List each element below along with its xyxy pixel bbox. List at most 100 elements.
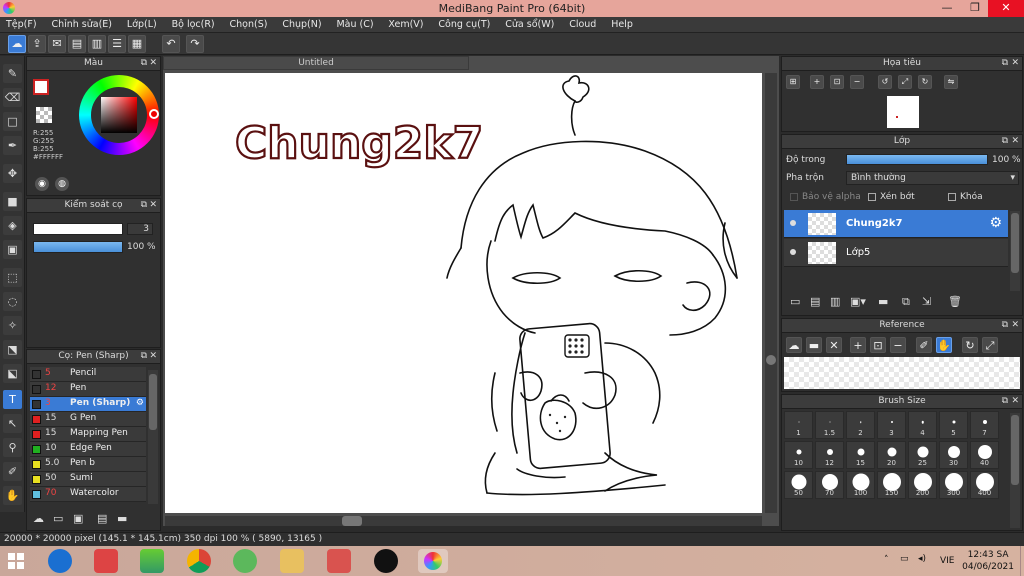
rotate-right-icon[interactable]: ↻: [918, 75, 932, 89]
powerpoint-icon[interactable]: [327, 549, 351, 573]
fit-window-icon[interactable]: ⤢: [898, 75, 912, 89]
language-indicator[interactable]: VIE: [940, 556, 955, 566]
add-brush-icon[interactable]: ▣: [73, 512, 83, 525]
brush-size-cell[interactable]: 15: [846, 441, 875, 469]
select-tool-icon[interactable]: ⬚: [3, 268, 22, 287]
merge-layer-icon[interactable]: ⇲: [922, 295, 931, 308]
menu-select[interactable]: Chọn(S): [224, 17, 274, 33]
brush-size-cell[interactable]: 1: [784, 411, 813, 439]
brush-size-value[interactable]: 3: [127, 223, 153, 235]
chrome-icon[interactable]: [187, 549, 211, 573]
zoom-out-icon[interactable]: −: [850, 75, 864, 89]
brush-props-icon[interactable]: ▤: [97, 512, 107, 525]
panel-close-icon[interactable]: ✕: [1011, 395, 1019, 408]
saturation-square[interactable]: [101, 97, 137, 133]
fill-rect-tool-icon[interactable]: ■: [3, 192, 22, 211]
dropper-tool-icon[interactable]: ✐: [3, 462, 22, 481]
menu-help[interactable]: Help: [605, 17, 639, 33]
panel-close-icon[interactable]: ✕: [1011, 57, 1019, 70]
brush-size-scrollbar[interactable]: [1010, 413, 1020, 528]
brush-item[interactable]: 10 Edge Pen: [30, 442, 146, 457]
brush-size-cell[interactable]: 4: [908, 411, 937, 439]
windows-start-icon[interactable]: [8, 553, 24, 569]
brush-size-cell[interactable]: 1.5: [815, 411, 844, 439]
panel-popout-icon[interactable]: ⧉: [1002, 135, 1008, 148]
select-pen-tool-icon[interactable]: ⬔: [3, 340, 22, 359]
layer-row-chung2k7[interactable]: Chung2k7 ⚙: [784, 210, 1008, 238]
duplicate-layer-icon[interactable]: ⧉: [902, 295, 910, 309]
new-raster-layer-icon[interactable]: ▤: [810, 295, 820, 308]
brush-item[interactable]: 70 Watercolor: [30, 487, 146, 502]
layer-row-lop5[interactable]: Lớp5: [784, 239, 1008, 267]
hue-marker[interactable]: [149, 109, 159, 119]
new-halftone-layer-icon[interactable]: ▥: [830, 295, 840, 308]
hand-tool-icon[interactable]: ✋: [3, 486, 22, 505]
panel-close-icon[interactable]: ✕: [1011, 319, 1019, 332]
brush-size-slider[interactable]: [33, 223, 123, 235]
brush-folder-icon[interactable]: ▬: [117, 512, 127, 525]
brush-item[interactable]: 50 Sumi: [30, 472, 146, 487]
internet-explorer-icon[interactable]: [48, 549, 72, 573]
menu-cloud[interactable]: Cloud: [563, 17, 602, 33]
drawing-canvas[interactable]: Chung2k7: [165, 73, 762, 513]
brush-size-cell[interactable]: 3: [877, 411, 906, 439]
brush-size-cell[interactable]: 50: [784, 471, 813, 499]
brush-cloud-icon[interactable]: ☁: [33, 512, 44, 525]
panel-close-icon[interactable]: ✕: [149, 57, 157, 70]
brush-list-scrollbar[interactable]: [148, 370, 158, 504]
brush-size-cell[interactable]: 30: [939, 441, 968, 469]
panel-popout-icon[interactable]: ⧉: [1002, 395, 1008, 408]
panel-popout-icon[interactable]: ⧉: [1002, 319, 1008, 332]
brush-settings-gear-icon[interactable]: ⚙: [136, 398, 144, 408]
palette-add-icon[interactable]: ◍: [55, 177, 69, 191]
reference-zoom-in-icon[interactable]: +: [850, 337, 866, 353]
document-tab[interactable]: Untitled: [163, 56, 469, 70]
brush-size-cell[interactable]: 20: [877, 441, 906, 469]
brush-size-cell[interactable]: 12: [815, 441, 844, 469]
brush-size-cell[interactable]: 2: [846, 411, 875, 439]
zoom-in-icon[interactable]: +: [810, 75, 824, 89]
cloud-icon[interactable]: ☁: [8, 35, 26, 53]
menu-edit[interactable]: Chỉnh sửa(E): [45, 17, 118, 33]
system-clock[interactable]: 12:43 SA 04/06/2021: [962, 549, 1014, 573]
brush-item[interactable]: 15 G Pen: [30, 412, 146, 427]
blend-mode-select[interactable]: Bình thường ▾: [846, 171, 1019, 185]
layer-scrollbar[interactable]: [1010, 211, 1020, 291]
redo-icon[interactable]: ↷: [186, 35, 204, 53]
eye-icon[interactable]: [790, 220, 796, 226]
text-tool-icon[interactable]: T: [3, 390, 22, 409]
brush-size-cell[interactable]: 400: [970, 471, 999, 499]
protect-alpha-checkbox[interactable]: [790, 193, 798, 201]
canvas-vertical-scrollbar[interactable]: [765, 73, 777, 513]
network-icon[interactable]: ▭: [900, 554, 909, 564]
panel-close-icon[interactable]: ✕: [149, 199, 157, 212]
layer-folder-icon[interactable]: ▬: [878, 295, 888, 308]
zoom-actual-icon[interactable]: ⊡: [830, 75, 844, 89]
layer-settings-gear-icon[interactable]: ⚙: [989, 215, 1002, 231]
zoom-fit-icon[interactable]: ⊞: [786, 75, 800, 89]
operation-tool-icon[interactable]: ↖: [3, 414, 22, 433]
brush-size-cell[interactable]: 100: [846, 471, 875, 499]
coccoc-icon[interactable]: [233, 549, 257, 573]
rect-tool-icon[interactable]: □: [3, 112, 22, 131]
reference-open-icon[interactable]: ▬: [806, 337, 822, 353]
reference-hand-icon[interactable]: ✋: [936, 337, 952, 353]
panel-popout-icon[interactable]: ⧉: [1002, 57, 1008, 70]
reference-view[interactable]: [784, 357, 1020, 389]
reference-rotate-icon[interactable]: ↻: [962, 337, 978, 353]
medibang-taskbar-icon[interactable]: [418, 549, 448, 573]
layer-opacity-slider[interactable]: [846, 154, 988, 165]
color-wheel[interactable]: [79, 75, 159, 155]
maximize-button[interactable]: ❐: [962, 0, 988, 17]
new-layer-icon[interactable]: ▭: [790, 295, 800, 308]
flip-icon[interactable]: ⇋: [944, 75, 958, 89]
brush-tool-icon[interactable]: ✎: [3, 64, 22, 83]
pen-tool-icon[interactable]: ✒: [3, 136, 22, 155]
grid-icon[interactable]: ▦: [128, 35, 146, 53]
brush-size-cell[interactable]: 7: [970, 411, 999, 439]
clipping-checkbox[interactable]: [868, 193, 876, 201]
navigator-preview[interactable]: [887, 96, 919, 128]
file-explorer-icon[interactable]: [280, 549, 304, 573]
menu-color[interactable]: Màu (C): [330, 17, 379, 33]
close-button[interactable]: ✕: [988, 0, 1024, 17]
